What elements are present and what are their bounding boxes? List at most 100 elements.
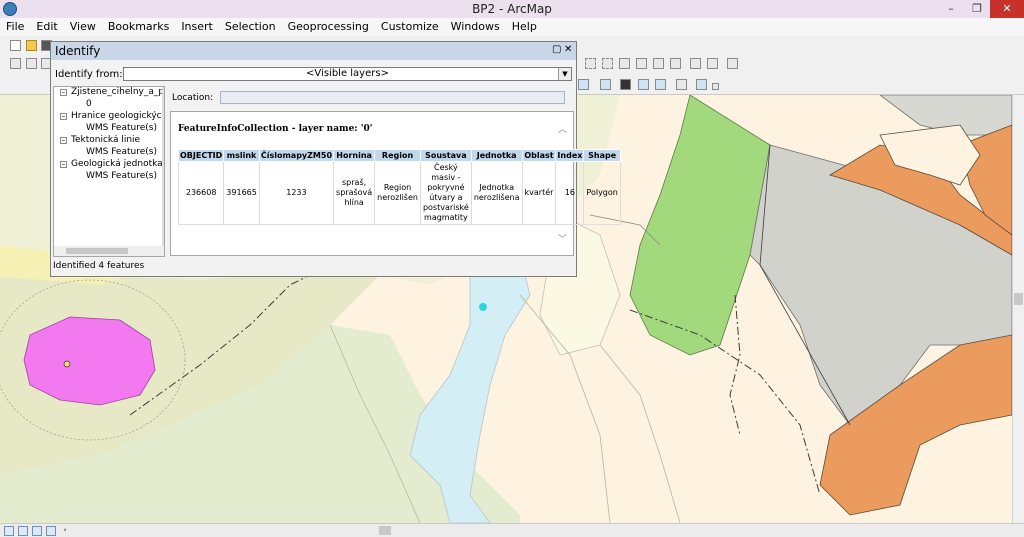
column-header: ČíslomapyZM50: [258, 149, 335, 162]
feature-info-panel[interactable]: FeatureInfoCollection - layer name: '0' …: [170, 111, 621, 256]
menu-geoprocessing[interactable]: Geoprocessing: [282, 18, 375, 36]
identify-maximize-icon[interactable]: ▢: [552, 44, 561, 55]
menu-customize[interactable]: Customize: [375, 18, 445, 36]
scroll-up-icon[interactable]: ︿: [558, 122, 567, 135]
identify-from-value: <Visible layers>: [306, 68, 389, 79]
edit-vertices-icon[interactable]: [26, 58, 37, 69]
tree-layer-geological-unit[interactable]: Geologická jednotka: [71, 159, 163, 169]
table-cell: 391665: [223, 161, 260, 225]
editor-menu-icon[interactable]: [727, 58, 738, 69]
open-folder-icon[interactable]: [26, 40, 37, 51]
column-header: Shape: [583, 149, 621, 162]
identify-close-icon[interactable]: ✕: [564, 44, 572, 55]
identify-location-marker: [479, 303, 487, 311]
identify-title-bar[interactable]: Identify ▢ ✕: [51, 42, 576, 60]
minimize-button[interactable]: –: [938, 0, 964, 18]
feature-attribute-table: OBJECTID mslink ČíslomapyZM50 Hornina Re…: [177, 149, 621, 225]
menu-bar: File Edit View Bookmarks Insert Selectio…: [0, 18, 1024, 36]
tree-feature-item[interactable]: WMS Feature(s): [86, 123, 157, 133]
menu-bookmarks[interactable]: Bookmarks: [102, 18, 175, 36]
menu-selection[interactable]: Selection: [219, 18, 282, 36]
title-bar: BP2 - ArcMap – ❐ ✕: [0, 0, 1024, 18]
select-features-icon[interactable]: [585, 58, 596, 69]
menu-windows[interactable]: Windows: [445, 18, 506, 36]
column-header: OBJECTID: [177, 149, 225, 162]
find-binoculars-icon[interactable]: [620, 79, 631, 90]
identify-from-label: Identify from:: [55, 69, 123, 80]
identify-title: Identify: [55, 44, 101, 58]
collapse-icon[interactable]: –: [60, 137, 67, 144]
tree-layer-geological-boundaries[interactable]: Hranice geologických je: [71, 111, 164, 121]
identify-window: Identify ▢ ✕ Identify from: <Visible lay…: [50, 41, 621, 277]
html-popup-icon[interactable]: [578, 79, 589, 90]
refresh-button[interactable]: [32, 525, 42, 536]
identify-details-pane: Location: FeatureInfoCollection - layer …: [168, 86, 621, 257]
map-horizontal-scroll-thumb[interactable]: [379, 526, 391, 535]
measure-icon[interactable]: [600, 79, 611, 90]
tree-scroll-thumb[interactable]: [66, 248, 128, 254]
table-cell: 236608: [177, 161, 225, 225]
go-to-xy-icon[interactable]: [655, 79, 666, 90]
menu-help[interactable]: Help: [506, 18, 543, 36]
location-field: [220, 91, 565, 104]
menu-edit[interactable]: Edit: [30, 18, 63, 36]
tree-horizontal-scrollbar[interactable]: [54, 246, 164, 256]
restore-button[interactable]: ❐: [964, 0, 990, 18]
location-label: Location:: [172, 93, 214, 103]
tree-feature-item[interactable]: WMS Feature(s): [86, 171, 157, 181]
menu-file[interactable]: File: [0, 18, 30, 36]
identify-from-dropdown[interactable]: <Visible layers> ▼: [123, 67, 572, 81]
collapse-icon[interactable]: –: [60, 89, 67, 96]
clear-selection-icon[interactable]: [602, 58, 613, 69]
pause-drawing-button[interactable]: [46, 525, 56, 536]
menu-insert[interactable]: Insert: [175, 18, 219, 36]
tree-layer-tectonic-line[interactable]: Tektonická linie: [71, 135, 140, 145]
table-cell: Region nerozlišen: [374, 161, 421, 225]
pink-geology-polygon[interactable]: [23, 316, 156, 406]
image-icon[interactable]: [707, 58, 718, 69]
tree-vertical-scrollbar[interactable]: [162, 87, 164, 247]
map-vertical-scrollbar[interactable]: [1012, 95, 1024, 523]
tree-feature-item[interactable]: WMS Feature(s): [86, 147, 157, 157]
identify-status: Identified 4 features: [53, 261, 145, 271]
column-header: Oblast: [521, 149, 557, 162]
create-viewer-window-icon[interactable]: [696, 79, 707, 90]
toolbar-dropdown-icon[interactable]: [712, 83, 719, 90]
editor-tool-icon[interactable]: [10, 58, 21, 69]
data-view-button[interactable]: [4, 525, 14, 536]
status-bar: ‹: [0, 523, 1024, 537]
identify-results-tree[interactable]: – Zjistene_cihelny_a_pisk 0 – Hranice ge…: [53, 86, 165, 257]
dropdown-arrow-icon[interactable]: ▼: [558, 68, 571, 80]
feature-info-heading: FeatureInfoCollection - layer name: '0': [178, 124, 373, 134]
table-cell: kvartér: [521, 161, 557, 225]
map-scroll-thumb[interactable]: [1014, 293, 1023, 305]
table-cell: Jednotka nerozlišena: [470, 161, 523, 225]
full-extent-icon[interactable]: [636, 58, 647, 69]
scroll-left-icon[interactable]: ‹: [60, 526, 70, 536]
tree-feature-item[interactable]: 0: [86, 99, 92, 109]
table-cell: spraš, sprašová hlína: [333, 161, 376, 225]
collapse-icon[interactable]: –: [60, 161, 67, 168]
table-cell: 1233: [258, 161, 335, 225]
brick-pit-point-marker[interactable]: [63, 360, 71, 368]
new-document-icon[interactable]: [10, 40, 21, 51]
table-cell: Český masiv - pokryvné útvary a postvari…: [419, 161, 472, 225]
close-button[interactable]: ✕: [990, 0, 1024, 18]
scroll-down-icon[interactable]: ﹀: [558, 232, 567, 245]
rotate-icon[interactable]: [670, 58, 681, 69]
menu-view[interactable]: View: [64, 18, 102, 36]
column-header: Hornina: [333, 149, 376, 162]
table-cell: Polygon: [583, 161, 621, 225]
time-slider-icon[interactable]: [676, 79, 687, 90]
pan-icon[interactable]: [619, 58, 630, 69]
layout-view-button[interactable]: [18, 525, 28, 536]
column-header: Soustava: [419, 149, 472, 162]
edit-sketch-icon[interactable]: [653, 58, 664, 69]
table-icon[interactable]: [690, 58, 701, 69]
column-header: Region: [374, 149, 421, 162]
find-route-icon[interactable]: [638, 79, 649, 90]
column-header: mslink: [223, 149, 260, 162]
column-header: Jednotka: [470, 149, 523, 162]
tree-layer-brick-pits[interactable]: Zjistene_cihelny_a_pisk: [71, 87, 164, 97]
collapse-icon[interactable]: –: [60, 113, 67, 120]
